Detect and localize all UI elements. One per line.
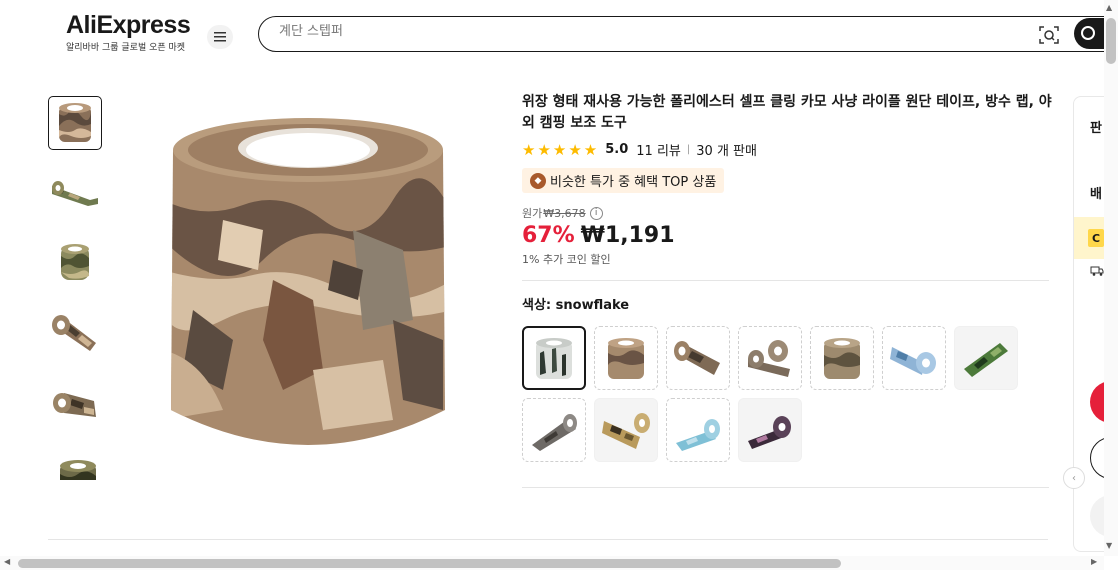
thumbnail-1[interactable] — [48, 96, 102, 150]
divider — [522, 280, 1049, 281]
thumbnail-list — [48, 96, 103, 480]
price-row: 67% ₩1,191 — [522, 223, 1052, 248]
divider — [522, 487, 1049, 488]
swatch-8[interactable] — [522, 398, 586, 462]
coin-discount-note: 1% 추가 코인 할인 — [522, 253, 611, 266]
thumbnail-3[interactable] — [48, 236, 102, 290]
rating-score: 5.0 — [605, 142, 629, 157]
review-count[interactable]: 11 리뷰 — [636, 140, 681, 159]
thumbnail-6[interactable] — [48, 446, 102, 480]
side-panel-text-1: 판 — [1090, 121, 1102, 136]
collapse-arrow-icon[interactable]: ‹ — [1063, 467, 1085, 489]
original-price-label: 원가 — [522, 207, 543, 220]
image-search-icon[interactable] — [1039, 25, 1059, 45]
header: AliExpress 알리바바 그룹 글로벌 오픈 마켓 — [0, 0, 1118, 70]
delivery-truck-icon — [1090, 266, 1104, 276]
swatch-11[interactable] — [738, 398, 802, 462]
info-icon[interactable]: i — [589, 206, 603, 220]
search-bar — [258, 16, 1118, 52]
section-divider — [48, 539, 1048, 540]
menu-button[interactable] — [207, 25, 233, 49]
aliexpress-logo[interactable]: AliExpress 알리바바 그룹 글로벌 오픈 마켓 — [66, 11, 191, 53]
color-label: 색상: — [522, 298, 556, 313]
swatch-2[interactable] — [594, 326, 658, 390]
swatch-9[interactable] — [594, 398, 658, 462]
sale-price: ₩1,191 — [580, 223, 675, 248]
sold-count: 30 개 판매 — [696, 144, 757, 159]
color-swatches — [522, 326, 1042, 470]
discount-percent: 67% — [522, 223, 575, 248]
thumbnail-4[interactable] — [48, 306, 102, 360]
swatch-snowflake[interactable] — [522, 326, 586, 390]
main-product-image[interactable] — [163, 110, 453, 465]
badge-text: 비슷한 특가 중 혜택 TOP 상품 — [550, 175, 717, 190]
fire-icon: ◆ — [530, 172, 546, 189]
separator: | — [686, 144, 691, 155]
swatch-10[interactable] — [666, 398, 730, 462]
top-deal-badge[interactable]: ◆ 비슷한 특가 중 혜택 TOP 상품 — [522, 168, 725, 193]
vertical-scrollbar[interactable] — [1104, 0, 1118, 556]
scroll-down-arrow-icon[interactable]: ▼ — [1106, 541, 1112, 550]
swatch-4[interactable] — [738, 326, 802, 390]
coupon-icon[interactable]: C — [1088, 229, 1104, 247]
search-input[interactable] — [279, 24, 979, 39]
swatch-7[interactable] — [954, 326, 1018, 390]
scroll-left-arrow-icon[interactable]: ◀ — [4, 557, 10, 566]
selected-color: snowflake — [555, 298, 630, 313]
star-rating-icon: ★★★★★ — [522, 140, 600, 159]
original-price: ₩3,678 — [543, 206, 586, 220]
product-info: 위장 형태 재사용 가능한 폴리에스터 셀프 클링 카모 사냥 라이플 원단 테… — [522, 92, 1052, 488]
swatch-5[interactable] — [810, 326, 874, 390]
thumbnail-5[interactable] — [48, 376, 102, 430]
rating-row: ★★★★★ 5.0 11 리뷰 | 30 개 판매 — [522, 140, 1052, 160]
horizontal-scroll-thumb[interactable] — [18, 559, 841, 568]
product-title: 위장 형태 재사용 가능한 폴리에스터 셀프 클링 카모 사냥 라이플 원단 테… — [522, 94, 1052, 131]
logo-subtitle: 알리바바 그룹 글로벌 오픈 마켓 — [66, 43, 186, 53]
scroll-up-arrow-icon[interactable]: ▲ — [1106, 3, 1112, 12]
swatch-6[interactable] — [882, 326, 946, 390]
vertical-scroll-thumb[interactable] — [1106, 18, 1116, 64]
search-icon — [1081, 26, 1095, 40]
menu-icon — [214, 32, 226, 42]
original-price-row: 원가 ₩3,678 i — [522, 205, 1052, 221]
logo-text: AliExpress — [66, 11, 191, 39]
color-label-row: 색상: snowflake — [522, 294, 1052, 313]
side-panel-text-2: 배 — [1090, 187, 1102, 202]
swatch-3[interactable] — [666, 326, 730, 390]
thumbnail-2[interactable] — [48, 166, 102, 220]
scroll-right-arrow-icon[interactable]: ▶ — [1091, 557, 1097, 566]
